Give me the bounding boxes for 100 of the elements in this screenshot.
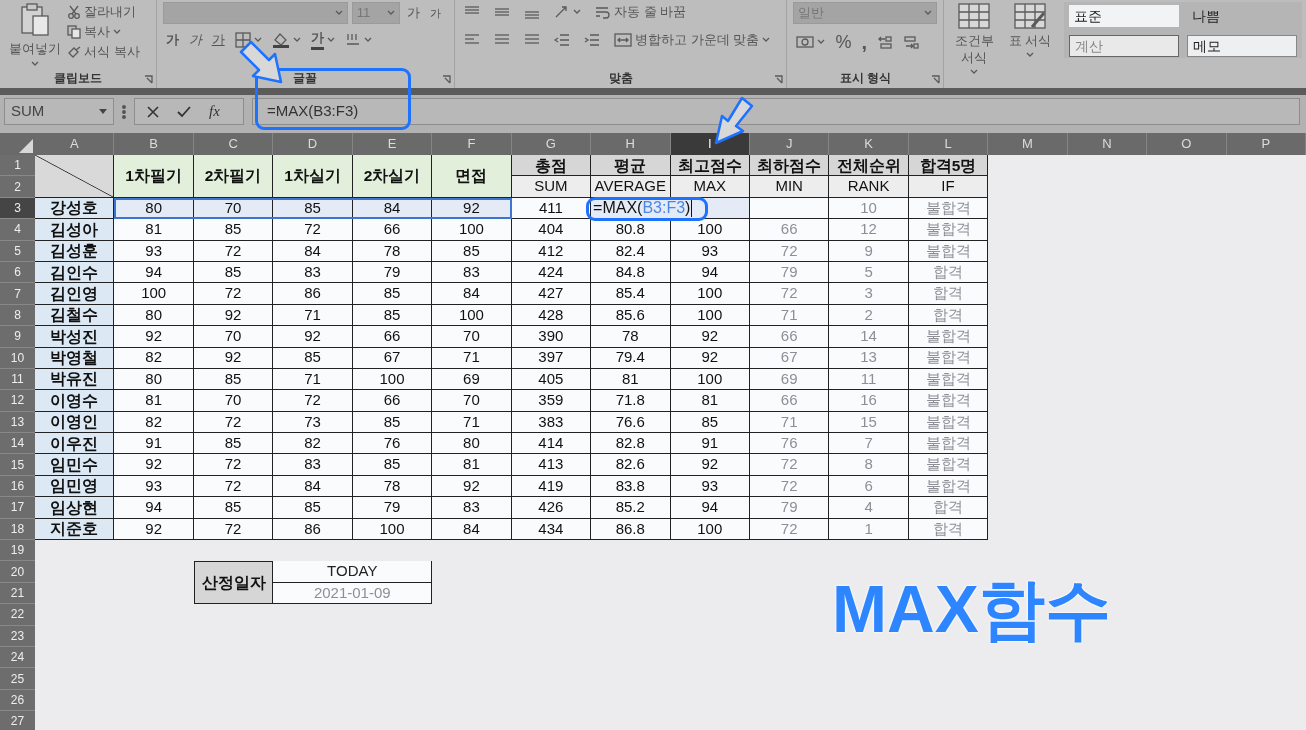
- launcher-icon[interactable]: [441, 75, 451, 84]
- table-cell: 14: [829, 326, 909, 348]
- table-cell: 94: [114, 497, 194, 519]
- underline-button[interactable]: 가: [208, 29, 228, 50]
- table-cell: 합격: [908, 497, 989, 519]
- font-name-field[interactable]: [162, 2, 348, 24]
- table-cell: 93: [114, 240, 194, 262]
- table-cell: 85: [432, 240, 512, 262]
- row-header[interactable]: 13: [0, 411, 35, 434]
- ribbon-button[interactable]: 잘라내기: [64, 2, 143, 22]
- bold-button[interactable]: 가: [162, 29, 182, 50]
- row-header[interactable]: 12: [0, 390, 35, 412]
- table-cell: 86.8: [591, 518, 671, 541]
- row-header[interactable]: 16: [0, 475, 35, 498]
- row-header[interactable]: 1: [0, 155, 35, 177]
- column-header[interactable]: M: [988, 133, 1068, 155]
- column-header[interactable]: E: [352, 133, 433, 155]
- row-header[interactable]: 18: [0, 518, 35, 541]
- ribbon-button[interactable]: 조건부 서식: [948, 2, 1000, 86]
- row-header[interactable]: 3: [0, 197, 35, 220]
- column-heading: 평균: [591, 155, 671, 177]
- row-header[interactable]: 11: [0, 368, 35, 391]
- paint-bucket-icon: [271, 31, 290, 48]
- cell-style-option[interactable]: 계산: [1069, 35, 1179, 57]
- ribbon-button[interactable]: 표 서식: [1004, 2, 1056, 86]
- row-header[interactable]: 10: [0, 347, 35, 369]
- row-header[interactable]: 17: [0, 497, 35, 519]
- launcher-icon[interactable]: [143, 75, 153, 84]
- row-header[interactable]: 4: [0, 219, 35, 241]
- ribbon-button[interactable]: 자동 줄 바꿈: [591, 2, 690, 22]
- name-box[interactable]: SUM: [4, 98, 114, 125]
- row-header[interactable]: 8: [0, 304, 35, 327]
- check-icon[interactable]: [177, 105, 191, 118]
- row-header[interactable]: 26: [0, 689, 35, 712]
- column-header[interactable]: O: [1147, 133, 1227, 155]
- function-label: SUM: [511, 176, 592, 198]
- table-cell: 76.6: [591, 411, 671, 434]
- cancel-icon[interactable]: [147, 105, 159, 118]
- row-header[interactable]: 7: [0, 283, 35, 305]
- row-header[interactable]: 14: [0, 433, 35, 455]
- table-cell: 73: [273, 411, 353, 434]
- font-color-button[interactable]: 가: [307, 28, 338, 51]
- row-header[interactable]: 25: [0, 668, 35, 690]
- name-cell: 지준호: [35, 518, 115, 541]
- row-header[interactable]: 23: [0, 625, 35, 647]
- table-cell: 불합격: [908, 390, 989, 412]
- cell-style-option[interactable]: 표준: [1069, 5, 1179, 27]
- comma-button[interactable]: ,: [858, 32, 870, 52]
- ribbon-button[interactable]: 복사: [64, 22, 143, 42]
- ribbon-button[interactable]: 서식 복사: [64, 42, 143, 62]
- ribbon-button[interactable]: 병합하고 가운데 맞춤: [610, 30, 774, 50]
- table-cell: 71: [273, 368, 353, 391]
- group-label: 맞춤: [607, 71, 634, 85]
- row-header[interactable]: 19: [0, 540, 35, 562]
- column-header[interactable]: F: [432, 133, 512, 155]
- name-cell: 김인영: [35, 283, 115, 305]
- column-header[interactable]: L: [908, 133, 989, 155]
- caret-icon: [817, 39, 826, 45]
- row-header[interactable]: 15: [0, 454, 35, 476]
- paste-button[interactable]: 붙여넣기: [6, 2, 64, 68]
- percent-button[interactable]: %: [832, 32, 855, 52]
- row-header[interactable]: 24: [0, 647, 35, 669]
- row-header[interactable]: 27: [0, 711, 35, 730]
- select-all-button[interactable]: [0, 133, 35, 155]
- column-header[interactable]: C: [193, 133, 274, 155]
- row-header[interactable]: 9: [0, 326, 35, 348]
- launcher-icon[interactable]: [774, 75, 784, 84]
- column-header[interactable]: A: [35, 133, 115, 155]
- column-header[interactable]: N: [1067, 133, 1148, 155]
- column-header[interactable]: D: [273, 133, 353, 155]
- formula-field[interactable]: =MAX(B3:F3): [252, 98, 1300, 125]
- text-angle-icon: [553, 5, 570, 19]
- italic-button[interactable]: 가: [185, 29, 205, 50]
- row-header[interactable]: 21: [0, 582, 35, 605]
- conditional-format-icon: [958, 3, 990, 29]
- row-header[interactable]: 6: [0, 261, 35, 284]
- row-header[interactable]: 2: [0, 176, 35, 198]
- column-heading: 최고점수: [670, 155, 750, 177]
- column-header[interactable]: P: [1226, 133, 1306, 155]
- table-cell: 427: [511, 283, 592, 305]
- column-header[interactable]: K: [829, 133, 909, 155]
- row-header[interactable]: 22: [0, 604, 35, 626]
- launcher-icon[interactable]: [931, 75, 940, 84]
- insert-function-button[interactable]: fx: [209, 100, 220, 123]
- column-header[interactable]: J: [749, 133, 830, 155]
- column-heading: 2차실기: [352, 155, 433, 198]
- table-cell: 78: [591, 326, 671, 348]
- table-cell: 76: [749, 433, 830, 455]
- cell-style-option[interactable]: 메모: [1187, 35, 1297, 57]
- cell-style-option[interactable]: 나쁨: [1187, 5, 1297, 27]
- column-header[interactable]: G: [511, 133, 592, 155]
- column-header[interactable]: H: [591, 133, 671, 155]
- grow-font-button[interactable]: 가: [403, 3, 423, 23]
- shrink-font-button[interactable]: 가: [426, 3, 444, 23]
- row-header[interactable]: 5: [0, 240, 35, 262]
- table-cell: 81: [114, 390, 194, 412]
- name-cell: 박영철: [35, 347, 115, 369]
- column-header[interactable]: B: [114, 133, 194, 155]
- more-options-icon[interactable]: [122, 104, 126, 119]
- row-header[interactable]: 20: [0, 561, 35, 583]
